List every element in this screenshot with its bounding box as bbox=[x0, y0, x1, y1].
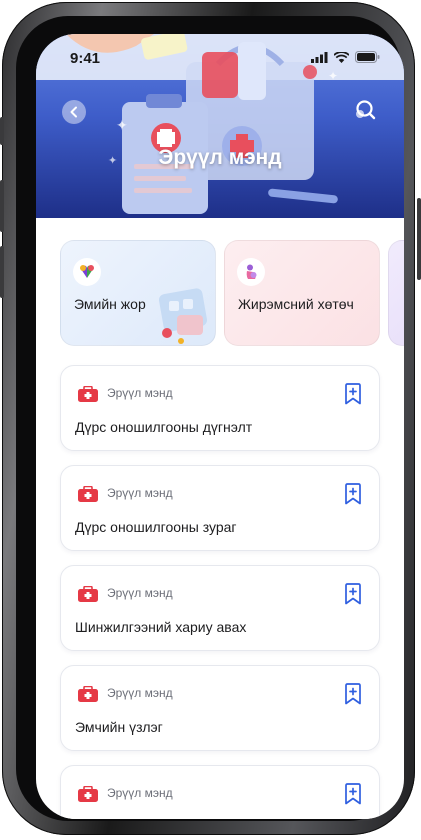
item-title: Шинжилгээний хариу авах bbox=[75, 619, 247, 635]
medical-kit-icon bbox=[78, 486, 98, 502]
battery-icon bbox=[355, 51, 380, 63]
item-title: Эмчийн үзлэг bbox=[75, 719, 163, 735]
medical-kit-icon bbox=[78, 786, 98, 802]
category-label: Эрүүл мэнд bbox=[107, 586, 173, 600]
pregnancy-icon bbox=[237, 258, 265, 286]
medical-kit-icon bbox=[78, 686, 98, 702]
svg-text:✦: ✦ bbox=[116, 117, 128, 133]
cellular-signal-icon bbox=[311, 52, 328, 63]
page-title: Эрүүл мэнд bbox=[158, 146, 282, 169]
list-item[interactable]: Эрүүл мэнд Шинжилгээний хариу авах bbox=[60, 565, 380, 651]
item-title: Дүрс оношилгооны зураг bbox=[75, 519, 237, 535]
svg-text:✦: ✦ bbox=[328, 69, 338, 83]
list-item[interactable]: Эрүүл мэнд Эмчийн үзлэг bbox=[60, 665, 380, 751]
item-title: Дүрс оношилгооны дүгнэлт bbox=[75, 419, 253, 435]
pill-box-illustration bbox=[158, 288, 208, 344]
medical-kit-icon bbox=[78, 586, 98, 602]
search-icon[interactable] bbox=[354, 98, 378, 122]
power-button bbox=[417, 198, 421, 280]
medical-kit-icon bbox=[78, 386, 98, 402]
category-label: Эрүүл мэнд bbox=[107, 486, 173, 500]
quick-card-prescription[interactable]: Эмийн жор bbox=[60, 240, 216, 346]
quick-actions: Эмийн жор Жирэмсний хөтөч bbox=[60, 240, 404, 346]
volume-down-button bbox=[0, 246, 4, 298]
list-item[interactable]: Эрүүл мэнд Дүрс оношилгооны зураг bbox=[60, 465, 380, 551]
category-label: Эрүүл мэнд bbox=[107, 386, 173, 400]
app-screen: ✦ ✦ ✦ 9:41 Эрүүл мэнд Эмийн жор Жирэмсни… bbox=[36, 34, 404, 819]
prescription-icon bbox=[73, 258, 101, 286]
bookmark-add-icon[interactable] bbox=[344, 783, 362, 805]
quick-card-partial[interactable] bbox=[388, 240, 404, 346]
bookmark-add-icon[interactable] bbox=[344, 683, 362, 705]
status-icons bbox=[311, 51, 380, 63]
back-button[interactable] bbox=[62, 100, 86, 124]
wifi-icon bbox=[334, 52, 349, 63]
bookmark-add-icon[interactable] bbox=[344, 583, 362, 605]
category-label: Эрүүл мэнд bbox=[107, 786, 173, 800]
volume-up-button bbox=[0, 180, 4, 232]
quick-card-label: Жирэмсний хөтөч bbox=[238, 296, 354, 312]
bookmark-add-icon[interactable] bbox=[344, 383, 362, 405]
back-arrow-icon bbox=[70, 106, 77, 118]
bookmark-add-icon[interactable] bbox=[344, 483, 362, 505]
category-label: Эрүүл мэнд bbox=[107, 686, 173, 700]
list-item[interactable]: Эрүүл мэнд Дүрс оношилгооны дүгнэлт bbox=[60, 365, 380, 451]
header-banner: ✦ ✦ ✦ 9:41 Эрүүл мэнд bbox=[36, 34, 404, 218]
quick-card-pregnancy-guide[interactable]: Жирэмсний хөтөч bbox=[224, 240, 380, 346]
status-time: 9:41 bbox=[70, 50, 101, 67]
list-item[interactable]: Эрүүл мэнд bbox=[60, 765, 380, 819]
silent-switch bbox=[0, 117, 4, 145]
